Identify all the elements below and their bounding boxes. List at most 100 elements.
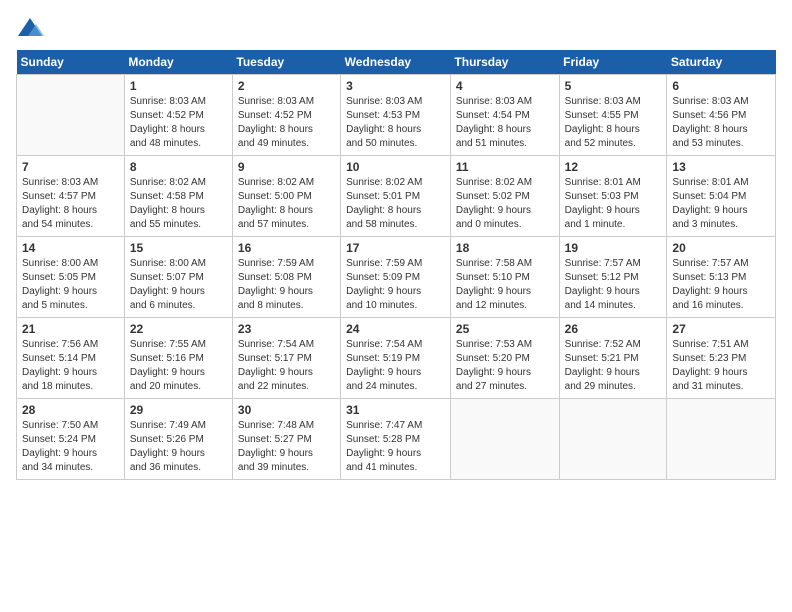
calendar-week: 14 Sunrise: 8:00 AM Sunset: 5:05 PM Dayli… — [17, 237, 776, 318]
calendar-week: 28 Sunrise: 7:50 AM Sunset: 5:24 PM Dayli… — [17, 399, 776, 480]
calendar-cell: 1 Sunrise: 8:03 AM Sunset: 4:52 PM Daylig… — [124, 75, 232, 156]
day-number: 8 — [130, 160, 227, 174]
day-info: Sunrise: 8:03 AM Sunset: 4:52 PM Dayligh… — [238, 95, 335, 151]
day-info: Sunrise: 7:58 AM Sunset: 5:10 PM Dayligh… — [456, 257, 554, 313]
day-number: 20 — [672, 241, 770, 255]
calendar-table: SundayMondayTuesdayWednesdayThursdayFrid… — [16, 50, 776, 480]
day-number: 13 — [672, 160, 770, 174]
day-number: 25 — [456, 322, 554, 336]
day-number: 30 — [238, 403, 335, 417]
calendar-cell: 25 Sunrise: 7:53 AM Sunset: 5:20 PM Dayli… — [450, 318, 559, 399]
calendar-cell: 24 Sunrise: 7:54 AM Sunset: 5:19 PM Dayli… — [341, 318, 451, 399]
day-info: Sunrise: 8:02 AM Sunset: 4:58 PM Dayligh… — [130, 176, 227, 232]
calendar-cell: 15 Sunrise: 8:00 AM Sunset: 5:07 PM Dayli… — [124, 237, 232, 318]
calendar-week: 1 Sunrise: 8:03 AM Sunset: 4:52 PM Daylig… — [17, 75, 776, 156]
calendar-cell: 18 Sunrise: 7:58 AM Sunset: 5:10 PM Dayli… — [450, 237, 559, 318]
day-info: Sunrise: 8:01 AM Sunset: 5:04 PM Dayligh… — [672, 176, 770, 232]
day-info: Sunrise: 8:00 AM Sunset: 5:07 PM Dayligh… — [130, 257, 227, 313]
calendar-cell — [559, 399, 667, 480]
day-info: Sunrise: 7:52 AM Sunset: 5:21 PM Dayligh… — [565, 338, 662, 394]
day-number: 1 — [130, 79, 227, 93]
calendar-cell: 2 Sunrise: 8:03 AM Sunset: 4:52 PM Daylig… — [232, 75, 340, 156]
calendar-cell: 7 Sunrise: 8:03 AM Sunset: 4:57 PM Daylig… — [17, 156, 125, 237]
day-header: Saturday — [667, 50, 776, 75]
calendar-cell: 9 Sunrise: 8:02 AM Sunset: 5:00 PM Daylig… — [232, 156, 340, 237]
calendar-cell: 12Sunrise: 8:01 AM Sunset: 5:03 PM Dayli… — [559, 156, 667, 237]
day-info: Sunrise: 7:53 AM Sunset: 5:20 PM Dayligh… — [456, 338, 554, 394]
day-info: Sunrise: 8:03 AM Sunset: 4:52 PM Dayligh… — [130, 95, 227, 151]
day-info: Sunrise: 7:50 AM Sunset: 5:24 PM Dayligh… — [22, 419, 119, 475]
calendar-cell: 11 Sunrise: 8:02 AM Sunset: 5:02 PM Dayli… — [450, 156, 559, 237]
day-number: 14 — [22, 241, 119, 255]
calendar-cell: 26 Sunrise: 7:52 AM Sunset: 5:21 PM Dayli… — [559, 318, 667, 399]
calendar-cell: 28 Sunrise: 7:50 AM Sunset: 5:24 PM Dayli… — [17, 399, 125, 480]
calendar-cell: 13 Sunrise: 8:01 AM Sunset: 5:04 PM Dayli… — [667, 156, 776, 237]
day-info: Sunrise: 7:51 AM Sunset: 5:23 PM Dayligh… — [672, 338, 770, 394]
calendar-cell: 31Sunrise: 7:47 AM Sunset: 5:28 PM Dayli… — [341, 399, 451, 480]
day-info: Sunrise: 8:03 AM Sunset: 4:57 PM Dayligh… — [22, 176, 119, 232]
day-number: 26 — [565, 322, 662, 336]
calendar-week: 21Sunrise: 7:56 AM Sunset: 5:14 PM Dayli… — [17, 318, 776, 399]
day-number: 6 — [672, 79, 770, 93]
day-info: Sunrise: 8:02 AM Sunset: 5:02 PM Dayligh… — [456, 176, 554, 232]
calendar-cell — [667, 399, 776, 480]
calendar-cell: 22 Sunrise: 7:55 AM Sunset: 5:16 PM Dayli… — [124, 318, 232, 399]
day-info: Sunrise: 7:54 AM Sunset: 5:19 PM Dayligh… — [346, 338, 445, 394]
day-info: Sunrise: 8:03 AM Sunset: 4:56 PM Dayligh… — [672, 95, 770, 151]
calendar-cell: 6 Sunrise: 8:03 AM Sunset: 4:56 PM Daylig… — [667, 75, 776, 156]
calendar-cell: 30 Sunrise: 7:48 AM Sunset: 5:27 PM Dayli… — [232, 399, 340, 480]
day-number: 27 — [672, 322, 770, 336]
day-number: 22 — [130, 322, 227, 336]
day-number: 2 — [238, 79, 335, 93]
day-info: Sunrise: 8:00 AM Sunset: 5:05 PM Dayligh… — [22, 257, 119, 313]
day-header: Friday — [559, 50, 667, 75]
day-number: 19 — [565, 241, 662, 255]
calendar-cell: 20 Sunrise: 7:57 AM Sunset: 5:13 PM Dayli… — [667, 237, 776, 318]
day-number: 21 — [22, 322, 119, 336]
day-info: Sunrise: 7:47 AM Sunset: 5:28 PM Dayligh… — [346, 419, 445, 475]
day-number: 3 — [346, 79, 445, 93]
calendar-cell: 29 Sunrise: 7:49 AM Sunset: 5:26 PM Dayli… — [124, 399, 232, 480]
day-number: 18 — [456, 241, 554, 255]
day-info: Sunrise: 7:49 AM Sunset: 5:26 PM Dayligh… — [130, 419, 227, 475]
day-info: Sunrise: 8:01 AM Sunset: 5:03 PM Dayligh… — [565, 176, 662, 232]
day-info: Sunrise: 7:57 AM Sunset: 5:13 PM Dayligh… — [672, 257, 770, 313]
day-header: Tuesday — [232, 50, 340, 75]
calendar-cell: 27 Sunrise: 7:51 AM Sunset: 5:23 PM Dayli… — [667, 318, 776, 399]
day-info: Sunrise: 8:03 AM Sunset: 4:55 PM Dayligh… — [565, 95, 662, 151]
calendar-cell: 19 Sunrise: 7:57 AM Sunset: 5:12 PM Dayli… — [559, 237, 667, 318]
day-number: 9 — [238, 160, 335, 174]
day-number: 23 — [238, 322, 335, 336]
day-number: 17 — [346, 241, 445, 255]
day-number: 5 — [565, 79, 662, 93]
day-info: Sunrise: 8:02 AM Sunset: 5:00 PM Dayligh… — [238, 176, 335, 232]
day-number: 28 — [22, 403, 119, 417]
logo — [16, 16, 48, 40]
day-info: Sunrise: 7:57 AM Sunset: 5:12 PM Dayligh… — [565, 257, 662, 313]
day-info: Sunrise: 8:02 AM Sunset: 5:01 PM Dayligh… — [346, 176, 445, 232]
calendar-cell: 14 Sunrise: 8:00 AM Sunset: 5:05 PM Dayli… — [17, 237, 125, 318]
day-info: Sunrise: 7:59 AM Sunset: 5:08 PM Dayligh… — [238, 257, 335, 313]
day-info: Sunrise: 7:48 AM Sunset: 5:27 PM Dayligh… — [238, 419, 335, 475]
day-number: 10 — [346, 160, 445, 174]
calendar-cell: 8 Sunrise: 8:02 AM Sunset: 4:58 PM Daylig… — [124, 156, 232, 237]
day-info: Sunrise: 8:03 AM Sunset: 4:54 PM Dayligh… — [456, 95, 554, 151]
calendar-cell: 21Sunrise: 7:56 AM Sunset: 5:14 PM Dayli… — [17, 318, 125, 399]
calendar-cell: 5 Sunrise: 8:03 AM Sunset: 4:55 PM Daylig… — [559, 75, 667, 156]
day-number: 15 — [130, 241, 227, 255]
calendar-cell — [17, 75, 125, 156]
day-info: Sunrise: 7:55 AM Sunset: 5:16 PM Dayligh… — [130, 338, 227, 394]
day-number: 16 — [238, 241, 335, 255]
calendar-cell — [450, 399, 559, 480]
day-number: 24 — [346, 322, 445, 336]
day-number: 29 — [130, 403, 227, 417]
day-info: Sunrise: 7:54 AM Sunset: 5:17 PM Dayligh… — [238, 338, 335, 394]
logo-icon — [16, 16, 44, 40]
day-info: Sunrise: 8:03 AM Sunset: 4:53 PM Dayligh… — [346, 95, 445, 151]
header-row: SundayMondayTuesdayWednesdayThursdayFrid… — [17, 50, 776, 75]
day-number: 7 — [22, 160, 119, 174]
day-number: 11 — [456, 160, 554, 174]
day-info: Sunrise: 7:59 AM Sunset: 5:09 PM Dayligh… — [346, 257, 445, 313]
day-header: Thursday — [450, 50, 559, 75]
day-header: Sunday — [17, 50, 125, 75]
